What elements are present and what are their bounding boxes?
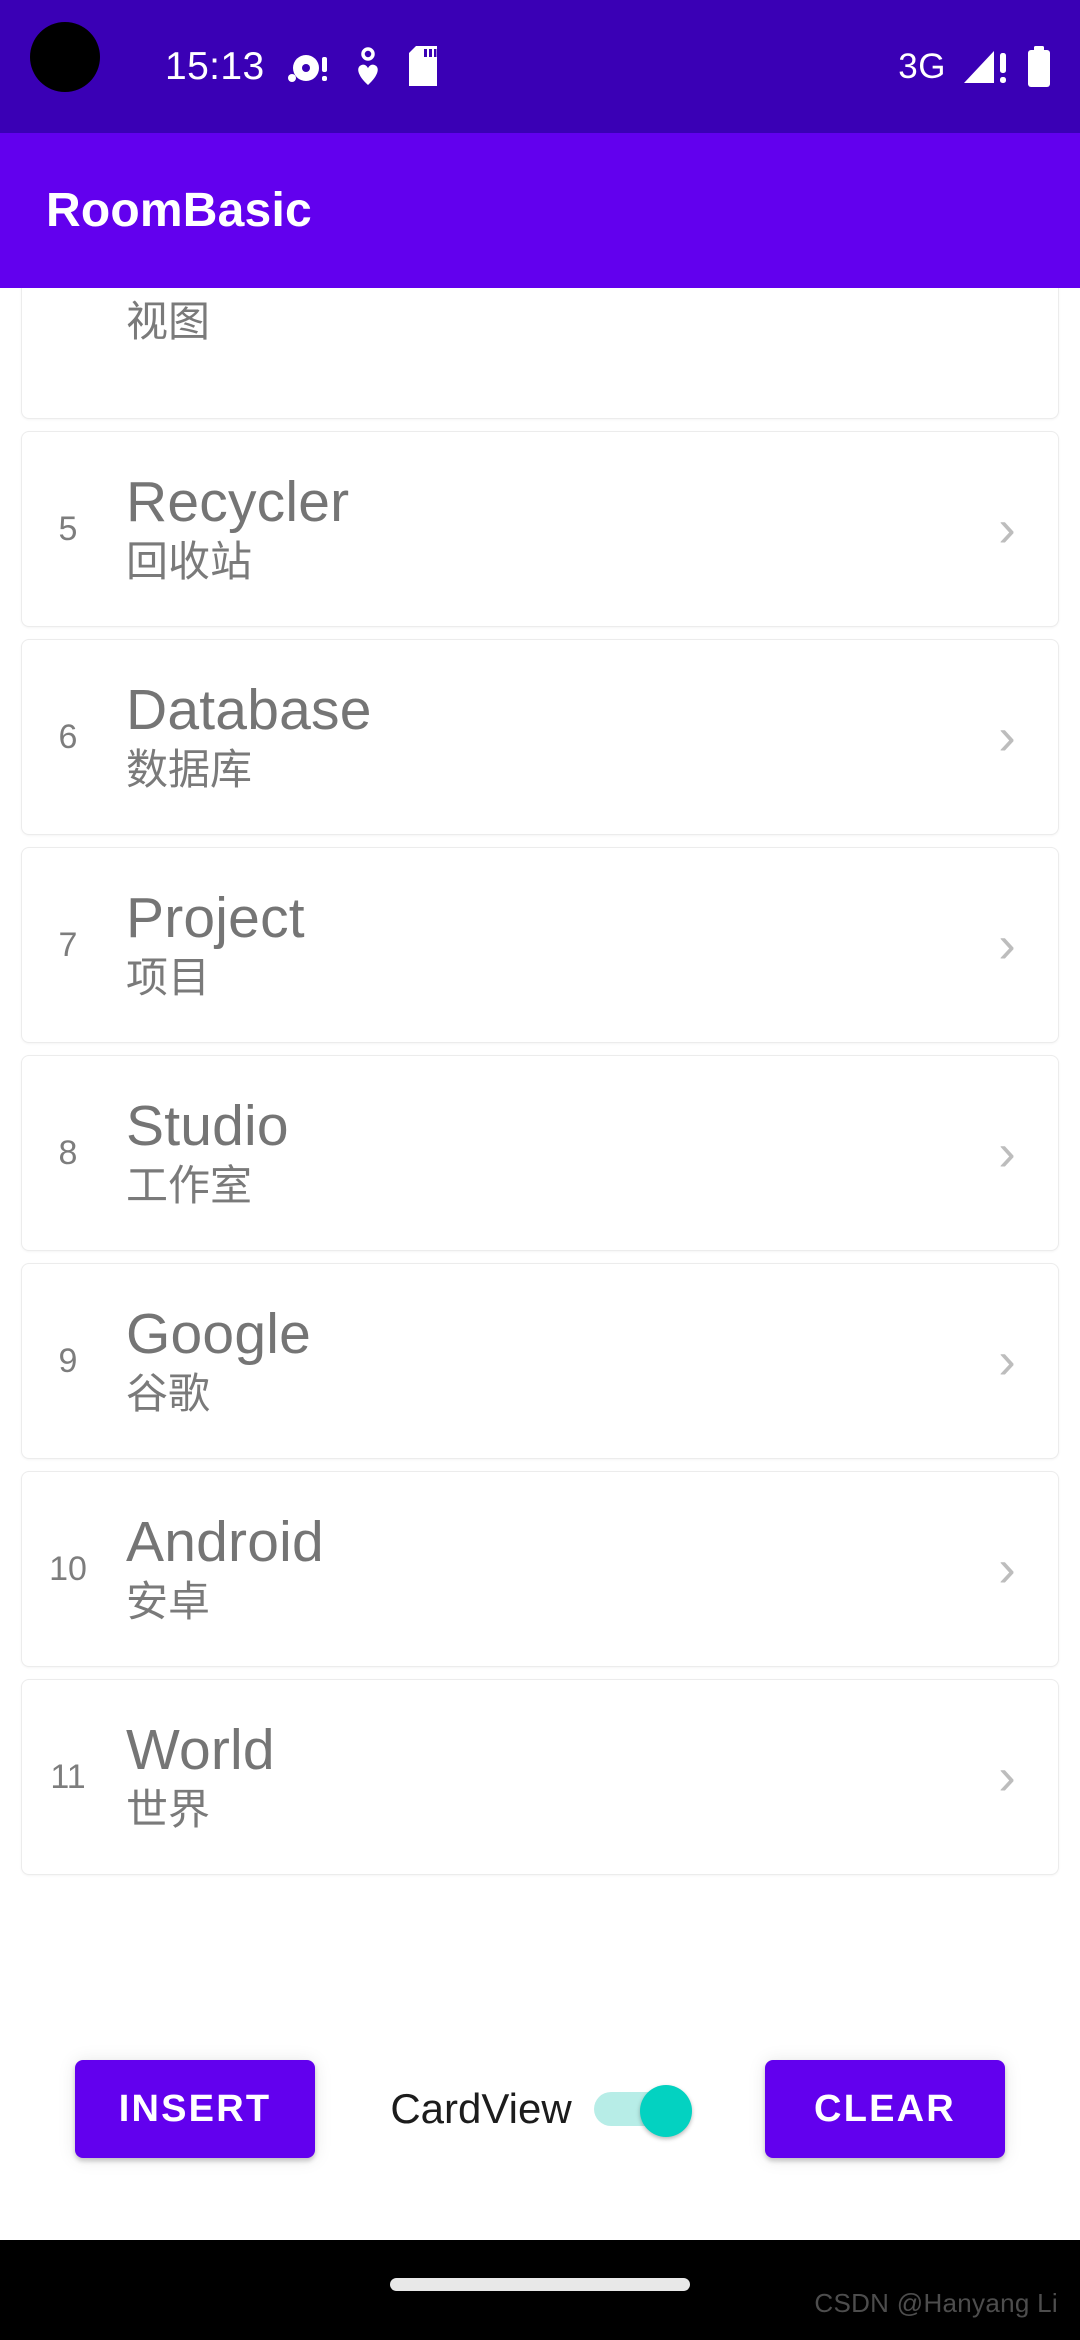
list-item[interactable]: 6 Database 数据库 › — [21, 639, 1059, 835]
network-type-label: 3G — [898, 47, 946, 86]
insert-button[interactable]: INSERT — [75, 2060, 315, 2158]
status-bar-right-group: 3G — [898, 0, 1052, 133]
list-item-subtitle: 世界 — [126, 1786, 211, 1834]
cardview-switch-label: CardView — [390, 2085, 572, 2132]
chevron-right-icon[interactable]: › — [966, 1751, 1058, 1803]
list-item-index: 11 — [50, 1758, 86, 1796]
phone-screen: 15:13 3G RoomBasic 视图 5 Recycler 回收站 › 6… — [0, 0, 1080, 2340]
list-item-subtitle: 谷歌 — [126, 1370, 211, 1418]
list-item-title: World — [126, 1718, 275, 1783]
list-item-index: 9 — [58, 1342, 78, 1380]
list-item-index: 6 — [58, 718, 78, 756]
chevron-right-icon[interactable]: › — [966, 1543, 1058, 1595]
list-item-title: Recycler — [126, 470, 350, 535]
app-bar: RoomBasic — [0, 133, 1080, 288]
list-item-title: Project — [126, 886, 305, 951]
list-item-texts: World 世界 — [104, 1718, 966, 1834]
bottom-action-bar: INSERT CardView CLEAR — [0, 1978, 1080, 2240]
list-item[interactable]: 10 Android 安卓 › — [21, 1471, 1059, 1667]
list-item-texts: Studio 工作室 — [104, 1094, 966, 1210]
list-item[interactable]: 8 Studio 工作室 › — [21, 1055, 1059, 1251]
list-item-texts: 视图 — [104, 295, 966, 347]
list-item[interactable]: 11 World 世界 › — [21, 1679, 1059, 1875]
list-item-partial[interactable]: 视图 — [21, 288, 1059, 419]
list-item-index: 10 — [49, 1550, 87, 1588]
list-item-texts: Android 安卓 — [104, 1510, 966, 1626]
chevron-right-icon[interactable]: › — [966, 1127, 1058, 1179]
list-item-subtitle: 项目 — [126, 954, 211, 1002]
list-item[interactable]: 9 Google 谷歌 › — [21, 1263, 1059, 1459]
watermark-text: CSDN @Hanyang Li — [814, 2288, 1058, 2318]
list-item-texts: Database 数据库 — [104, 678, 966, 794]
list-item[interactable]: 7 Project 项目 › — [21, 847, 1059, 1043]
status-bar: 15:13 3G — [0, 0, 1080, 133]
heart-location-icon — [353, 46, 383, 87]
disc-alert-icon — [287, 49, 329, 85]
switch-thumb[interactable] — [639, 2085, 692, 2137]
cardview-switch-group[interactable]: CardView — [390, 2085, 692, 2137]
sd-card-icon — [407, 45, 439, 88]
list-item-texts: Recycler 回收站 — [104, 470, 966, 586]
status-bar-clock: 15:13 — [165, 45, 265, 88]
list-item-subtitle: 安卓 — [126, 1578, 211, 1626]
chevron-right-icon[interactable]: › — [966, 919, 1058, 971]
list-item-subtitle: 工作室 — [126, 1162, 253, 1210]
cardview-toggle-switch[interactable] — [593, 2085, 692, 2137]
signal-bars-alert-icon — [962, 47, 1010, 87]
list-item-title: Google — [126, 1302, 312, 1367]
list-item-title: Database — [126, 678, 372, 743]
chevron-right-icon[interactable]: › — [966, 1335, 1058, 1387]
status-bar-notification-icons — [287, 45, 439, 88]
battery-full-icon — [1026, 45, 1052, 88]
list-item-texts: Google 谷歌 — [104, 1302, 966, 1418]
list-item-subtitle: 回收站 — [126, 538, 253, 586]
page-title: RoomBasic — [46, 184, 312, 237]
list-item-subtitle: 数据库 — [126, 746, 253, 794]
list-item-index: 7 — [58, 926, 78, 964]
chevron-right-icon[interactable]: › — [966, 503, 1058, 555]
list-item-index: 5 — [58, 510, 78, 548]
list-item-index: 8 — [58, 1134, 78, 1172]
list-item[interactable]: 5 Recycler 回收站 › — [21, 431, 1059, 627]
list-inner-scroll: 视图 5 Recycler 回收站 › 6 Database 数据库 › 7 Project 项目 ›… — [0, 288, 1080, 1887]
list-item-title: Studio — [126, 1094, 289, 1159]
list-item-title: Android — [126, 1510, 324, 1575]
status-bar-left-group: 15:13 — [165, 45, 439, 88]
clear-button[interactable]: CLEAR — [765, 2060, 1005, 2158]
gesture-home-pill[interactable] — [390, 2278, 690, 2291]
chevron-right-icon[interactable]: › — [966, 711, 1058, 763]
list-item-subtitle: 视图 — [126, 298, 211, 346]
camera-cutout-icon — [30, 22, 100, 92]
item-list[interactable]: 视图 5 Recycler 回收站 › 6 Database 数据库 › 7 Project 项目 ›… — [0, 288, 1080, 1978]
list-item-texts: Project 项目 — [104, 886, 966, 1002]
